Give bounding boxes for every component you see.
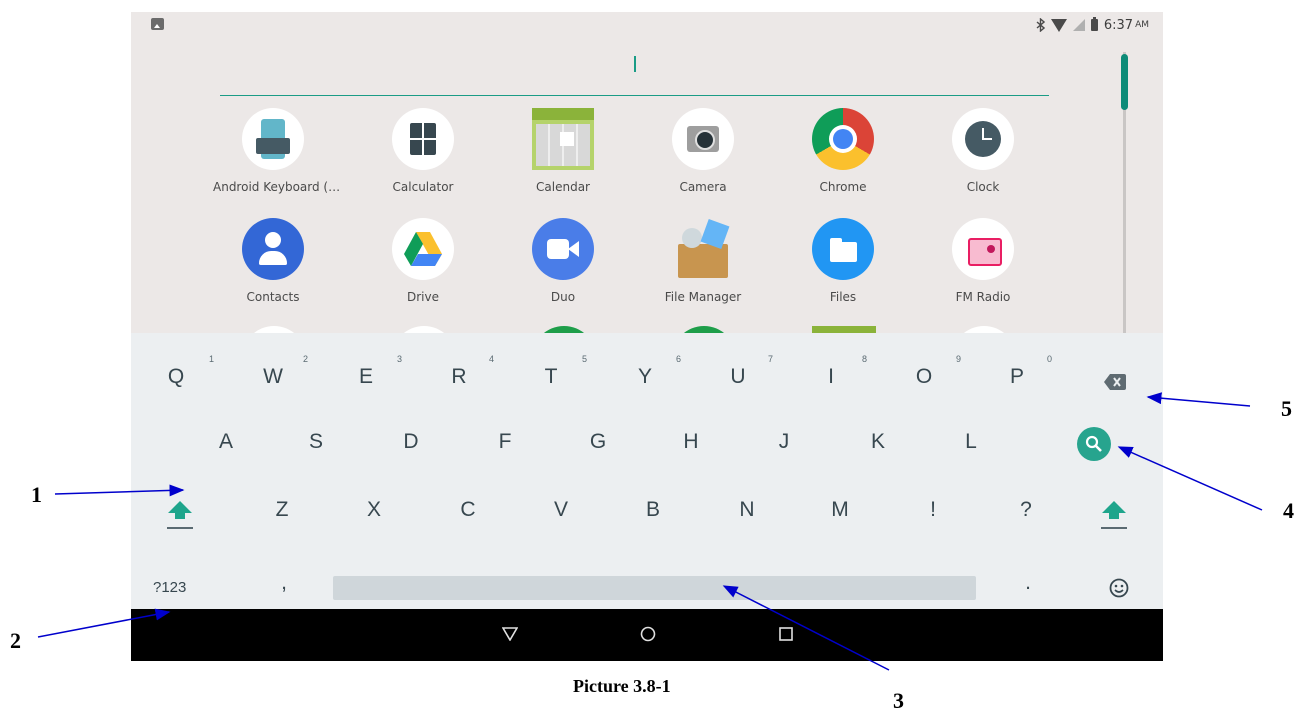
annotation-label-3: 3 <box>893 688 904 713</box>
arrow-5 <box>1146 392 1251 407</box>
annotation-arrows <box>37 392 1263 671</box>
arrow-1 <box>54 484 185 497</box>
arrow-3 <box>722 585 890 671</box>
annotation-label-2: 2 <box>10 628 21 653</box>
annotation-label-1: 1 <box>31 482 42 507</box>
annotation-label-5: 5 <box>1281 396 1292 421</box>
arrow-4 <box>1117 446 1263 511</box>
figure-caption: Picture 3.8-1 <box>573 676 671 696</box>
arrow-2 <box>37 608 171 638</box>
annotation-label-4: 4 <box>1283 498 1294 523</box>
